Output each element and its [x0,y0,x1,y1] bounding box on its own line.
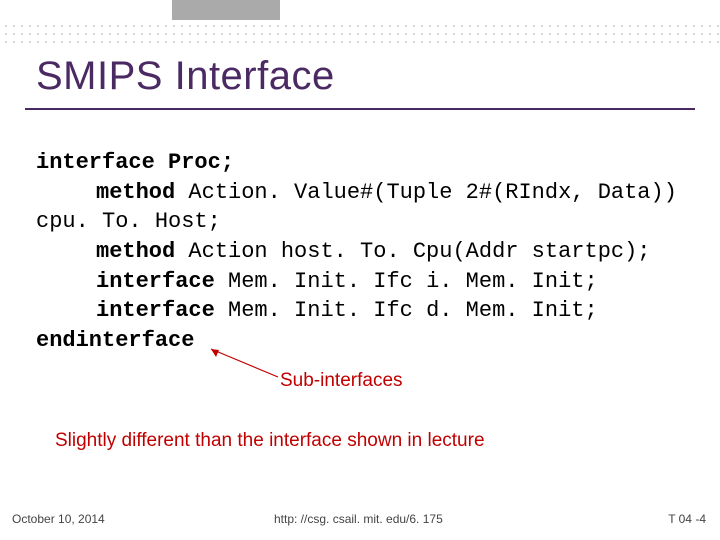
code-kw: interface [96,269,215,294]
footer-date: October 10, 2014 [12,512,105,526]
code-block: interface Proc; method Action. Value#(Tu… [36,148,696,356]
code-kw: interface Proc; [36,150,234,175]
footer-url: http: //csg. csail. mit. edu/6. 175 [274,512,443,526]
code-kw: interface [96,298,215,323]
slide-note: Slightly different than the interface sh… [55,430,485,452]
decoration-top-bar [172,0,280,20]
annotation-label: Sub-interfaces [280,370,403,392]
code-kw: endinterface [36,328,194,353]
code-text: Action host. To. Cpu(Addr startpc); [175,239,650,264]
code-kw: method [96,180,175,205]
slide-title: SMIPS Interface [36,54,335,99]
decoration-dots [0,20,720,44]
code-text: Mem. Init. Ifc i. Mem. Init; [215,269,598,294]
title-underline [25,108,695,110]
code-kw: method [96,239,175,264]
footer-page: T 04 -4 [668,512,706,526]
code-text: Mem. Init. Ifc d. Mem. Init; [215,298,598,323]
